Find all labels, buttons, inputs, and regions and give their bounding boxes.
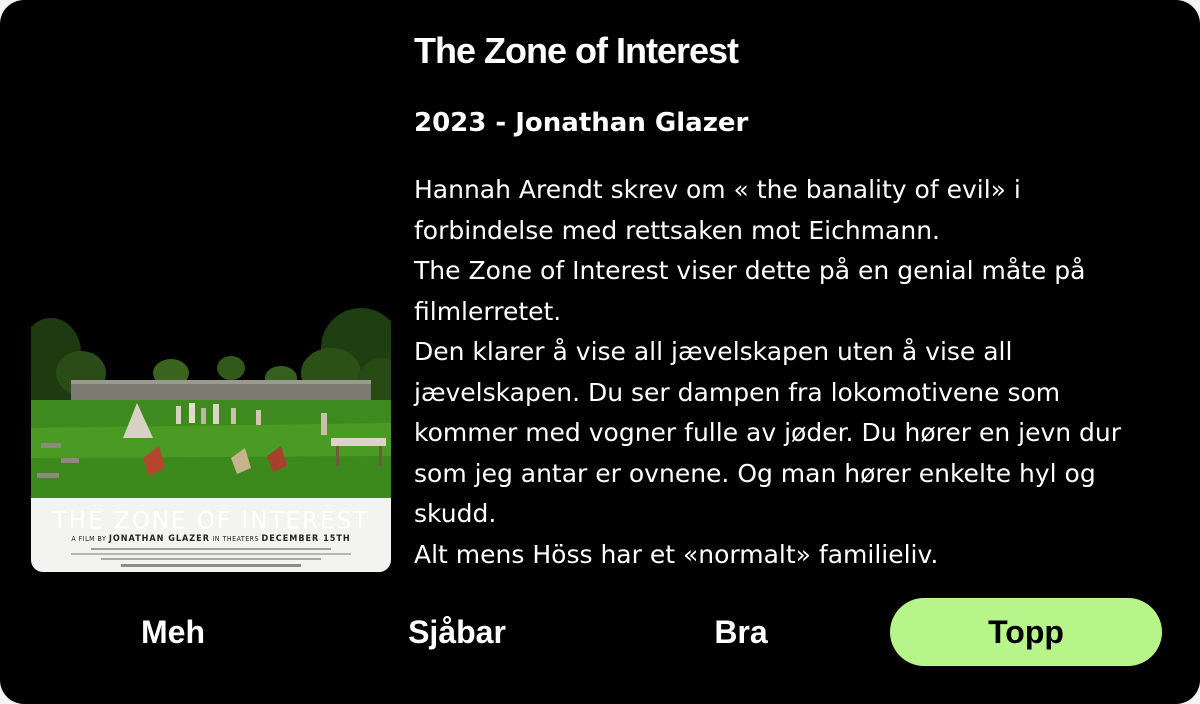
movie-year-director: 2023 - Jonathan Glazer xyxy=(414,108,749,138)
movie-poster: THE ZONE OF INTEREST A FILM BY JONATHAN … xyxy=(31,28,391,572)
poster-release: DECEMBER 15TH xyxy=(261,534,351,544)
rating-topp-button[interactable]: Topp xyxy=(890,598,1162,666)
review-paragraph: Hannah Arendt skrev om « the banality of… xyxy=(414,175,1021,245)
poster-credit: A FILM BY JONATHAN GLAZER IN THEATERS DE… xyxy=(31,534,391,544)
poster-image xyxy=(31,28,391,572)
poster-in-theaters: IN THEATERS xyxy=(212,535,260,543)
rating-bar: Meh Sjåbar Bra Topp xyxy=(0,598,1200,668)
movie-card: THE ZONE OF INTEREST A FILM BY JONATHAN … xyxy=(0,0,1200,704)
poster-director: JONATHAN GLAZER xyxy=(108,534,210,544)
poster-title: THE ZONE OF INTEREST xyxy=(52,507,370,535)
movie-review: Hannah Arendt skrev om « the banality of… xyxy=(414,170,1154,575)
review-paragraph: The Zone of Interest viser dette på en g… xyxy=(414,256,1086,326)
review-paragraph: Den klarer å vise all jævelskapen uten å… xyxy=(414,337,1122,528)
movie-title: The Zone of Interest xyxy=(414,30,739,71)
poster-film-by: A FILM BY xyxy=(71,535,107,543)
rating-sjabar-button[interactable]: Sjåbar xyxy=(321,598,593,666)
review-paragraph: Alt mens Höss har et «normalt» familieli… xyxy=(414,539,939,569)
rating-bra-button[interactable]: Bra xyxy=(605,598,877,666)
rating-meh-button[interactable]: Meh xyxy=(37,598,309,666)
